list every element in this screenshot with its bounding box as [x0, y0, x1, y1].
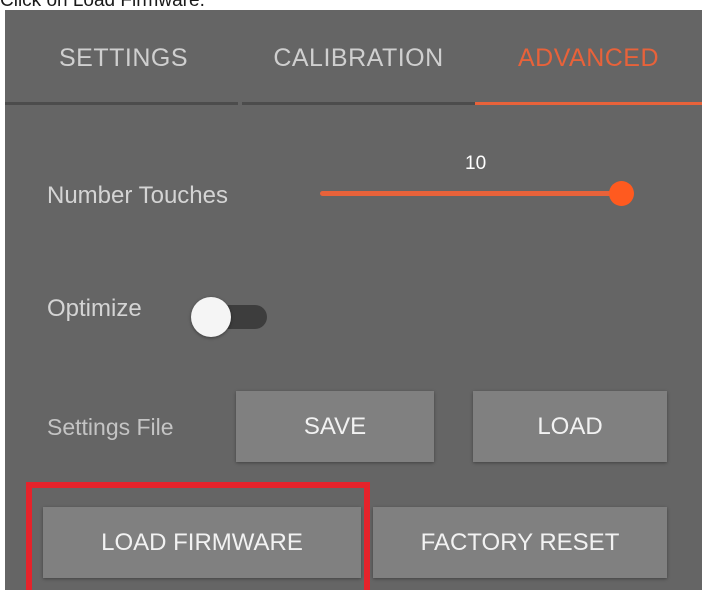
tab-underline-settings — [5, 102, 238, 105]
tab-bar: SETTINGS CALIBRATION ADVANCED — [5, 10, 702, 105]
optimize-toggle-knob — [191, 297, 231, 337]
settings-panel: SETTINGS CALIBRATION ADVANCED Number Tou… — [5, 10, 702, 590]
tab-underline-calibration — [242, 102, 475, 105]
load-button[interactable]: LOAD — [473, 391, 667, 462]
factory-reset-button[interactable]: FACTORY RESET — [373, 507, 667, 578]
instruction-caption: Click on Load Firmware. — [0, 0, 205, 11]
settings-file-label: Settings File — [47, 414, 174, 440]
tab-settings[interactable]: SETTINGS — [5, 38, 242, 78]
save-button[interactable]: SAVE — [236, 391, 434, 462]
number-touches-label: Number Touches — [47, 182, 228, 209]
tab-advanced[interactable]: ADVANCED — [475, 38, 702, 78]
optimize-toggle[interactable] — [187, 297, 275, 337]
optimize-label: Optimize — [47, 295, 142, 322]
number-touches-slider-track[interactable] — [320, 191, 622, 196]
tab-underline-advanced-active — [475, 102, 702, 105]
number-touches-slider-thumb[interactable] — [609, 181, 634, 206]
tab-calibration[interactable]: CALIBRATION — [242, 38, 475, 78]
number-touches-value: 10 — [465, 153, 487, 174]
load-firmware-button[interactable]: LOAD FIRMWARE — [43, 507, 361, 578]
